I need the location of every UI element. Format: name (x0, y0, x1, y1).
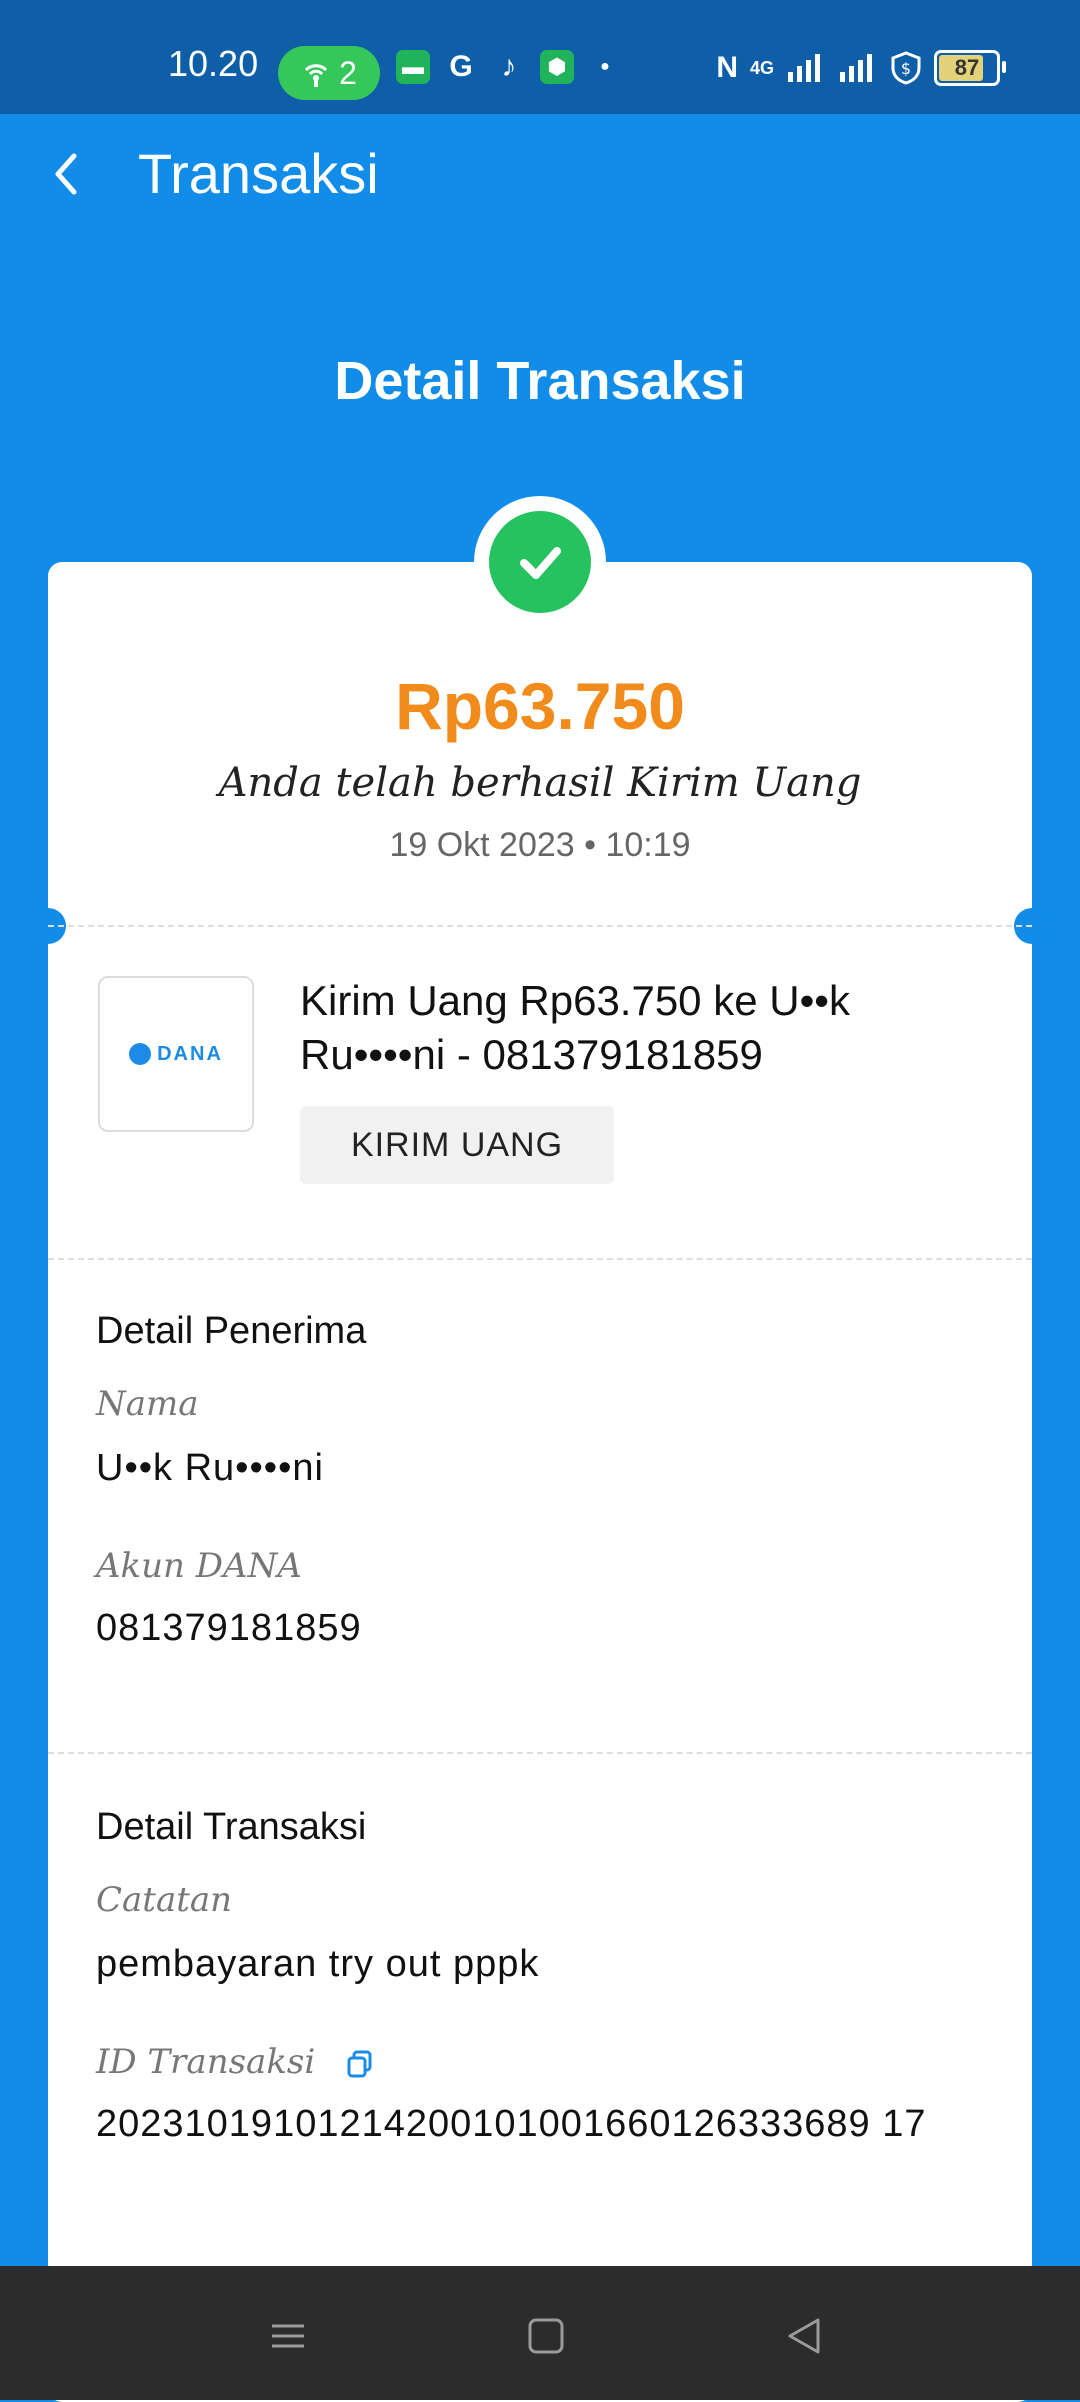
svg-text:$: $ (901, 59, 911, 78)
divider (48, 1752, 1032, 1754)
nfc-icon: N (716, 51, 738, 84)
network-type: 4G (749, 57, 774, 78)
menu-icon[interactable] (258, 2306, 318, 2366)
hotspot-count: 2 (339, 54, 357, 91)
system-icons: N 4G $ 87 (716, 50, 1006, 86)
tiktok-icon: ♪ (501, 50, 517, 83)
security-app-icon: ⬢ (540, 50, 574, 84)
merchant-logo: DANA (98, 976, 254, 1132)
system-nav-bar (0, 2266, 1080, 2400)
logo-text: DANA (157, 1042, 223, 1065)
app-bar: Transaksi (0, 114, 1080, 234)
battery-indicator: 87 (934, 50, 1006, 86)
hotspot-badge: 2 (278, 46, 380, 100)
recipient-name-value: U••k Ru••••ni (96, 1447, 324, 1489)
account-value: 081379181859 (96, 1607, 362, 1649)
shield-dollar-icon: $ (891, 51, 921, 85)
transaction-id-value: 20231019101214200101001660126333689 17 (96, 2103, 927, 2145)
status-time: 10.20 (168, 43, 259, 84)
battery-level: 87 (954, 55, 980, 80)
g-app-icon: G (449, 50, 473, 83)
note-value: pembayaran try out pppk (96, 1943, 540, 1985)
transaction-title: Kirim Uang Rp63.750 ke U••k Ru••••ni - 0… (300, 977, 850, 1078)
more-dot-icon: ● (600, 58, 610, 75)
account-label: Akun DANA (96, 1546, 302, 1586)
note-label: Catatan (96, 1880, 233, 1920)
dana-logo-icon (129, 1043, 152, 1065)
transaction-id-label: ID Transaksi (96, 2042, 316, 2082)
details-section-title: Detail Transaksi (96, 1806, 367, 1848)
back-icon[interactable] (40, 146, 96, 202)
recipient-section-title: Detail Penerima (96, 1310, 367, 1352)
signal-2-icon (840, 54, 872, 82)
success-badge (474, 496, 606, 628)
copy-icon[interactable] (344, 2048, 376, 2080)
divider (48, 1258, 1032, 1260)
transaction-datetime: 19 Okt 2023 • 10:19 (389, 826, 691, 864)
check-icon (520, 547, 561, 579)
notification-icons: ▬ G ♪ ⬢ ● (396, 50, 622, 84)
page-heading: Detail Transaksi (334, 351, 746, 411)
recipient-name-label: Nama (96, 1384, 199, 1424)
signal-icon (788, 54, 820, 82)
status-bar: 10.20 2 ▬ G ♪ ⬢ ● N 4G $ 87 (0, 0, 1080, 114)
triangle-back-icon[interactable] (776, 2306, 836, 2366)
transaction-amount: Rp63.750 (395, 669, 685, 743)
success-message: Anda telah berhasil Kirim Uang (218, 760, 862, 806)
app-bar-title: Transaksi (138, 142, 379, 205)
square-icon[interactable] (516, 2306, 576, 2366)
hotspot-icon (305, 64, 328, 87)
message-app-icon: ▬ (396, 50, 430, 84)
divider (48, 925, 1032, 927)
category-chip: KIRIM UANG (300, 1106, 614, 1184)
